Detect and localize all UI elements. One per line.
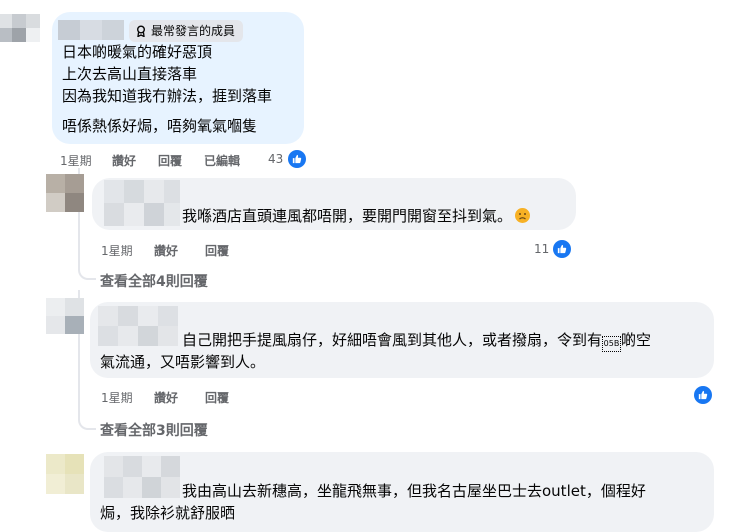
author-name[interactable] — [104, 180, 180, 226]
timestamp[interactable]: 1星期 — [101, 242, 133, 259]
reply-text: 我喺酒店直頭連風都唔開，要開門開窗至抖到氣。 — [182, 206, 531, 226]
sad-face-icon — [515, 208, 531, 223]
reply-text-line: 焗，我除衫就舒服晒 — [100, 504, 236, 522]
comment-line: 唔係熱係好焗，唔夠氧氣嗰隻 — [62, 117, 258, 135]
thread-connector — [78, 266, 96, 280]
edited-label[interactable]: 已編輯 — [204, 152, 240, 169]
comment-line: 日本啲暖氣的確好惡頂 — [62, 43, 213, 61]
avatar[interactable] — [46, 298, 84, 334]
badge-label: 最常發言的成員 — [151, 24, 236, 38]
avatar[interactable] — [0, 14, 40, 42]
unknown-glyph: 05B — [602, 336, 622, 352]
like-button[interactable]: 讚好 — [112, 152, 136, 169]
reply-actions: 1星期 讚好 回覆 — [101, 242, 301, 258]
reply-text-line: 自己開把手提風扇仔，好細唔會風到其他人，或者撥扇，令到有 05B 啲空 — [182, 330, 651, 352]
avatar[interactable] — [46, 454, 84, 494]
like-reaction-icon[interactable] — [553, 240, 571, 258]
reaction-count[interactable]: 11 — [534, 242, 549, 256]
reply-text-line: 我由高山去新穗高，坐龍飛無事，但我名古屋坐巴士去outlet，個程好 — [182, 482, 646, 500]
reaction-count[interactable]: 43 — [268, 152, 283, 166]
award-icon — [137, 25, 145, 37]
author-name[interactable] — [98, 306, 178, 346]
like-reaction-icon[interactable] — [694, 386, 712, 404]
comment-line: 因為我知道我冇辦法，捱到落車 — [62, 87, 273, 105]
reply-text-line: 氣流通，又唔影響到人。 — [100, 353, 266, 371]
reply-button[interactable]: 回覆 — [205, 242, 229, 259]
view-all-replies-link[interactable]: 查看全部3則回覆 — [100, 420, 208, 440]
view-all-replies-link[interactable]: 查看全部4則回覆 — [100, 271, 208, 291]
reply-actions: 1星期 讚好 回覆 — [101, 389, 301, 405]
like-reaction-icon[interactable] — [288, 150, 306, 168]
timestamp[interactable]: 1星期 — [101, 389, 133, 406]
comment-line: 上次去高山直接落車 — [62, 65, 198, 83]
avatar[interactable] — [46, 174, 84, 212]
like-button[interactable]: 讚好 — [154, 242, 178, 259]
top-contributor-badge[interactable]: 最常發言的成員 — [129, 20, 244, 42]
author-name[interactable] — [58, 20, 124, 40]
reply-button[interactable]: 回覆 — [158, 152, 182, 169]
reply-button[interactable]: 回覆 — [205, 389, 229, 406]
like-button[interactable]: 讚好 — [154, 389, 178, 406]
thread-connector — [78, 416, 96, 430]
timestamp[interactable]: 1星期 — [60, 152, 92, 169]
author-name[interactable] — [104, 456, 180, 498]
